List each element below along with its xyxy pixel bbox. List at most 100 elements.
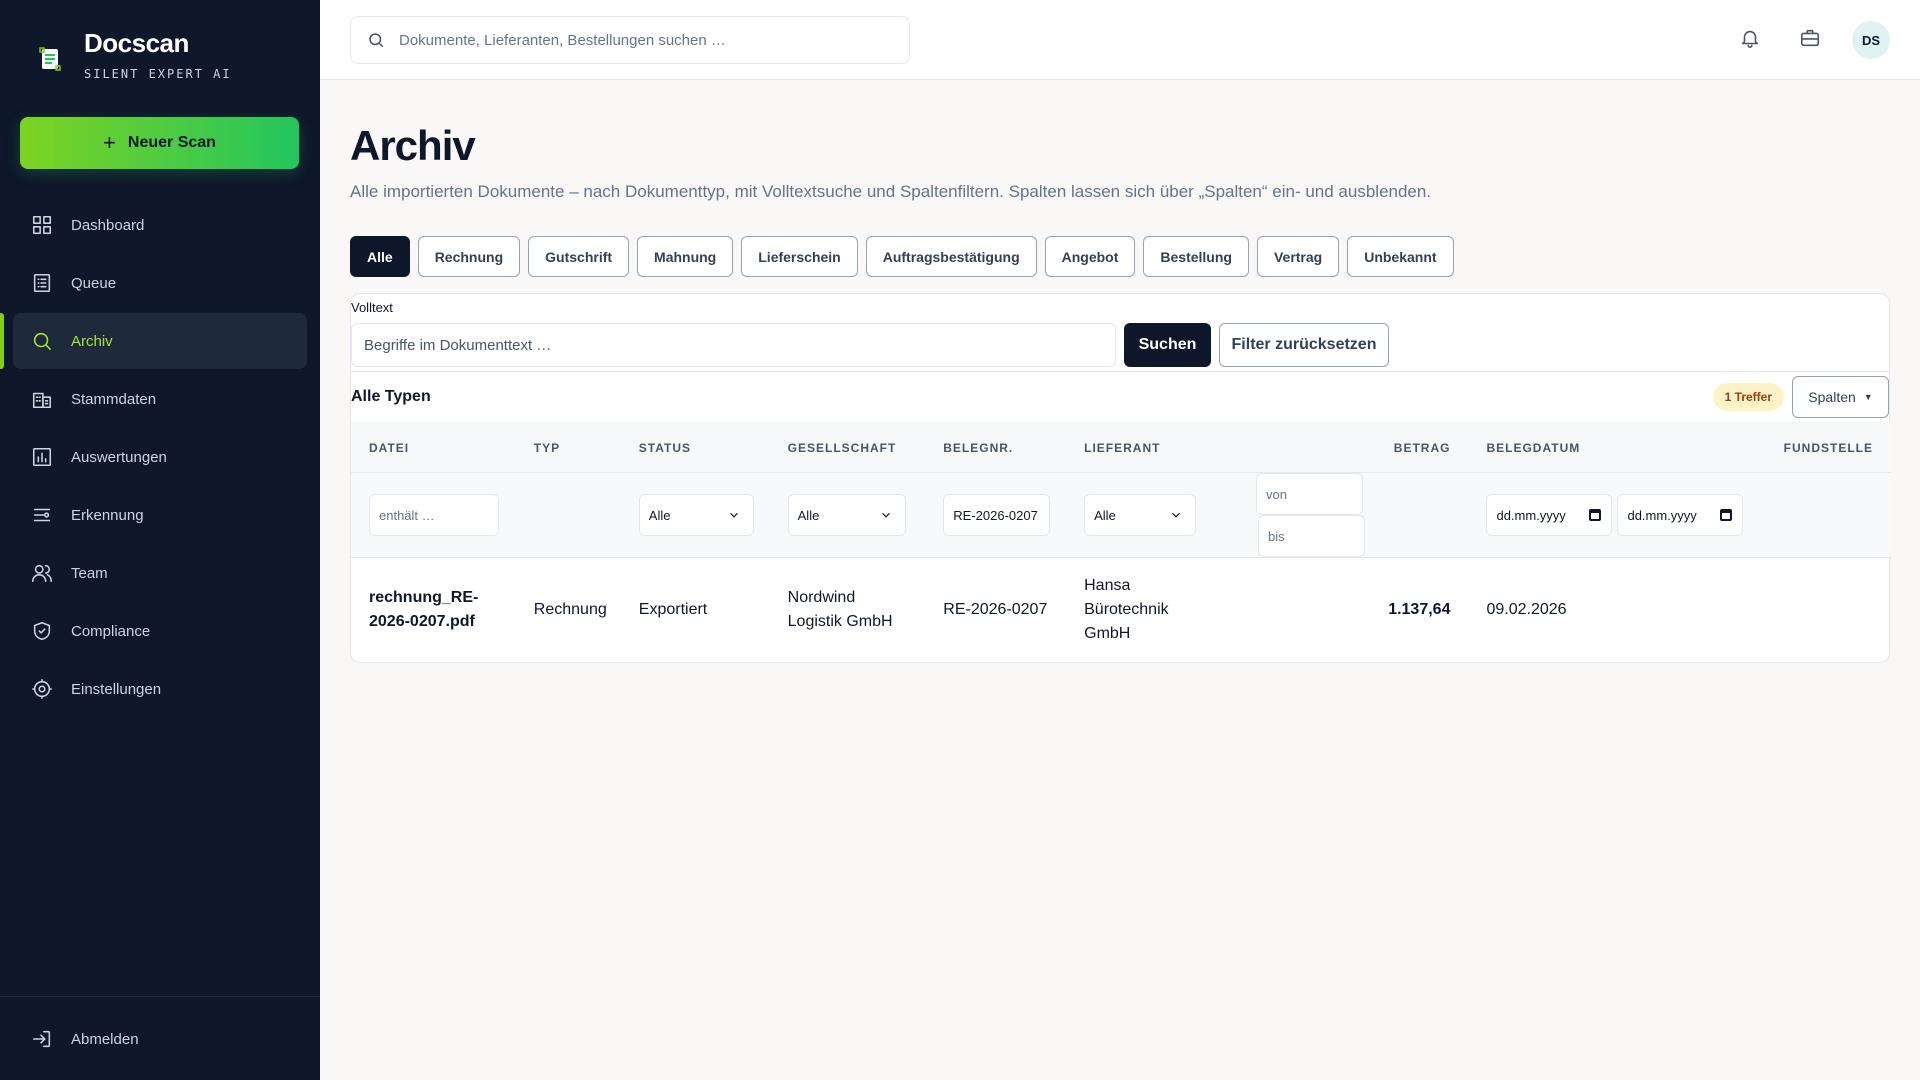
filter-betrag-from-input[interactable] [1255,473,1363,515]
column-header-typ[interactable]: TYP [533,422,639,473]
plus-icon: + [103,130,116,155]
cell-gesellschaft: Nordwind Logistik GmbH [788,558,944,662]
new-scan-button[interactable]: + Neuer Scan [20,117,299,169]
filter-date-from[interactable]: dd.mm.yyyy [1486,494,1613,536]
cell-belegnr: RE-2026-0207 [943,600,1048,618]
tab-angebot[interactable]: Angebot [1044,236,1136,277]
building-icon [31,388,53,410]
tab-mahnung[interactable]: Mahnung [637,236,734,277]
briefcase-icon[interactable] [1799,27,1823,51]
user-avatar[interactable]: DS [1852,21,1890,59]
sidebar-item-label: Auswertungen [71,448,167,466]
cell-lieferant-line: GmbH [1084,624,1131,642]
fulltext-input[interactable] [351,323,1116,367]
column-header-belegnr[interactable]: BELEGNR. [943,422,1085,473]
hits-badge: 1 Treffer [1712,383,1784,411]
tab-unbekannt[interactable]: Unbekannt [1347,236,1454,277]
logout-button[interactable]: Abmelden [13,1011,307,1067]
filter-date-to[interactable]: dd.mm.yyyy [1617,494,1744,536]
cell-datei[interactable]: rechnung_RE- 2026-0207.pdf [351,558,534,662]
tab-vertrag[interactable]: Vertrag [1256,236,1340,277]
column-header-fundstelle[interactable]: FUNDSTELLE [1743,422,1891,473]
column-header-betrag[interactable]: BETRAG [1229,422,1469,473]
filter-belegnr-input[interactable] [943,494,1051,536]
columns-label: Spalten [1808,389,1856,405]
cell-belegdatum: 09.02.2026 [1486,600,1567,618]
page-title: Archiv [350,122,476,169]
sidebar-footer: Abmelden [0,996,320,1080]
cell-datei-line: 2026-0207.pdf [369,612,475,630]
sidebar-item-erkennung[interactable]: Erkennung [13,487,307,543]
sidebar-item-queue[interactable]: Queue [13,255,307,311]
sidebar-item-dashboard[interactable]: Dashboard [13,197,307,253]
cell-gesellschaft-line: Nordwind [787,588,856,606]
filter-lieferant-select[interactable]: Alle [1084,494,1197,536]
sidebar-item-team[interactable]: Team [13,545,307,601]
filter-status-value: Alle [648,507,671,523]
caret-down-icon: ▼ [1863,392,1873,402]
table-row[interactable]: rechnung_RE- 2026-0207.pdf Rechnung Expor… [351,558,1891,662]
sidebar-item-compliance[interactable]: Compliance [13,603,307,659]
shield-icon [31,620,53,642]
logout-icon [31,1028,53,1050]
search-button[interactable]: Suchen [1124,323,1211,367]
brand-subtitle: SILENT EXPERT AI [84,67,232,81]
tab-lieferschein[interactable]: Lieferschein [741,236,858,277]
notifications-bell-icon[interactable] [1739,27,1763,51]
column-header-gesellschaft[interactable]: GESELLSCHAFT [787,422,944,473]
cell-gesellschaft-line: Logistik GmbH [787,612,893,630]
sidebar-item-auswertungen[interactable]: Auswertungen [13,429,307,485]
global-search-input[interactable] [399,31,879,49]
list-title: Alle Typen [351,388,431,405]
document-type-tabs: Alle Rechnung Gutschrift Mahnung Liefers… [350,236,1890,277]
filter-gesellschaft-value: Alle [797,507,820,523]
chevron-down-icon [881,512,890,518]
sidebar-item-stammdaten[interactable]: Stammdaten [13,371,307,427]
sidebar-item-label: Erkennung [71,506,144,524]
tab-auftragsbestaetigung[interactable]: Auftragsbestätigung [865,236,1037,277]
users-icon [31,562,53,584]
column-header-status[interactable]: STATUS [638,422,788,473]
sidebar-item-label: Queue [71,274,117,292]
cell-fundstelle [1743,558,1891,662]
cell-lieferant-line: Bürotechnik [1084,600,1169,618]
filter-datei-input[interactable] [369,494,499,536]
filter-lieferant-value: Alle [1094,507,1116,523]
reset-filters-button[interactable]: Filter zurücksetzen [1219,323,1389,367]
cell-typ: Rechnung [533,600,607,618]
archive-table: DATEI TYP STATUS GESELLSCHAFT BELEGNR. L… [351,422,1891,662]
page-description: Alle importierten Dokumente – nach Dokum… [350,182,1432,201]
docscan-logo-icon [39,47,61,71]
sidebar-item-label: Compliance [71,622,151,640]
cell-status: Exportiert [638,600,708,618]
list-header: Alle Typen 1 Treffer Spalten ▼ [351,372,1889,422]
tab-bestellung[interactable]: Bestellung [1143,236,1249,277]
cell-lieferant-line: Hansa [1084,576,1131,594]
table-header-row: DATEI TYP STATUS GESELLSCHAFT BELEGNR. L… [351,422,1891,473]
global-search[interactable] [350,16,910,64]
sidebar-item-label: Einstellungen [71,680,162,698]
filter-gesellschaft-select[interactable]: Alle [787,494,906,536]
tab-alle[interactable]: Alle [350,236,410,277]
filter-betrag-to-input[interactable] [1257,515,1365,557]
filter-status-select[interactable]: Alle [638,494,754,536]
tab-gutschrift[interactable]: Gutschrift [528,236,630,277]
column-header-datei[interactable]: DATEI [351,422,534,473]
main-content: Archiv Alle importierten Dokumente – nac… [350,80,1891,663]
cell-lieferant: Hansa Bürotechnik GmbH [1084,558,1230,662]
cell-datei-line: rechnung_RE- [369,588,479,606]
fulltext-label: Volltext [351,300,393,315]
columns-button[interactable]: Spalten ▼ [1792,376,1889,418]
sidebar-item-label: Team [71,564,108,582]
gear-icon [31,678,53,700]
tab-rechnung[interactable]: Rechnung [417,236,521,277]
sidebar-item-archiv[interactable]: Archiv [0,313,307,369]
brand[interactable]: Docscan SILENT EXPERT AI [38,28,232,81]
fulltext-search: Volltext Suchen Filter zurücksetzen [351,294,1889,372]
sidebar: Docscan SILENT EXPERT AI + Neuer Scan Da… [0,0,320,1080]
list-icon [31,272,53,294]
column-header-lieferant[interactable]: LIEFERANT [1084,422,1230,473]
calendar-icon [1720,509,1733,521]
sidebar-item-einstellungen[interactable]: Einstellungen [13,661,307,717]
column-header-belegdatum[interactable]: BELEGDATUM [1468,422,1744,473]
